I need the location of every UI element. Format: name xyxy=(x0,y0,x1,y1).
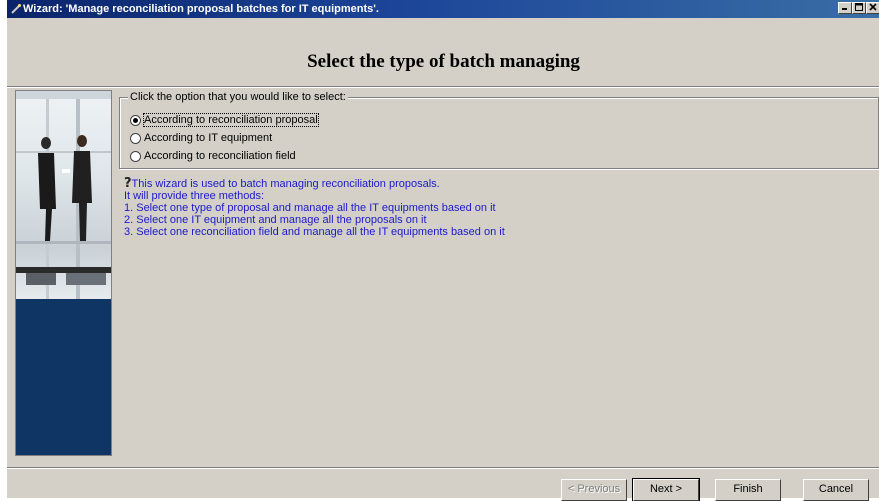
title-bar[interactable]: Wizard: 'Manage reconciliation proposal … xyxy=(7,0,879,18)
help-question-icon: ? xyxy=(124,176,132,191)
option-label: According to reconciliation field xyxy=(144,150,296,162)
wizard-wand-icon xyxy=(11,4,21,14)
options-groupbox: Click the option that you would like to … xyxy=(119,91,879,169)
option-label: According to reconciliation proposal xyxy=(143,113,319,127)
info-text-line: This wizard is used to batch managing re… xyxy=(131,178,440,190)
window-title: Wizard: 'Manage reconciliation proposal … xyxy=(23,3,379,15)
wizard-side-image xyxy=(15,90,112,456)
option-reconciliation-proposal[interactable]: According to reconciliation proposal xyxy=(130,113,319,127)
side-blue-panel xyxy=(16,299,111,455)
info-text-line: 1. Select one type of proposal and manag… xyxy=(124,202,496,214)
info-text-line: It will provide three methods: xyxy=(124,190,265,202)
info-text: ?This wizard is used to batch managing r… xyxy=(124,176,864,238)
radio-button[interactable] xyxy=(130,132,141,144)
radio-button-selected[interactable] xyxy=(130,114,141,126)
info-text-line: 2. Select one IT equipment and manage al… xyxy=(124,214,427,226)
page-title: Select the type of batch managing xyxy=(307,51,580,72)
option-reconciliation-field[interactable]: According to reconciliation field xyxy=(130,149,296,163)
wizard-window: Wizard: 'Manage reconciliation proposal … xyxy=(6,0,879,501)
close-button[interactable] xyxy=(866,2,879,14)
minimize-button[interactable] xyxy=(838,2,852,14)
option-it-equipment[interactable]: According to IT equipment xyxy=(130,131,272,145)
info-text-line: 3. Select one reconciliation field and m… xyxy=(124,226,505,238)
maximize-icon xyxy=(855,3,863,11)
office-people-photo xyxy=(16,91,111,301)
people-illustration xyxy=(16,91,111,299)
footer-separator xyxy=(7,467,879,469)
option-label: According to IT equipment xyxy=(144,132,273,144)
options-legend: Click the option that you would like to … xyxy=(128,91,348,103)
minimize-icon xyxy=(842,8,847,10)
radio-button[interactable] xyxy=(130,150,141,162)
window-controls xyxy=(838,2,879,16)
info-line-intro: ?This wizard is used to batch managing r… xyxy=(124,176,864,191)
close-icon xyxy=(869,3,877,11)
wizard-header: Select the type of batch managing xyxy=(7,18,879,87)
maximize-button[interactable] xyxy=(852,2,866,14)
